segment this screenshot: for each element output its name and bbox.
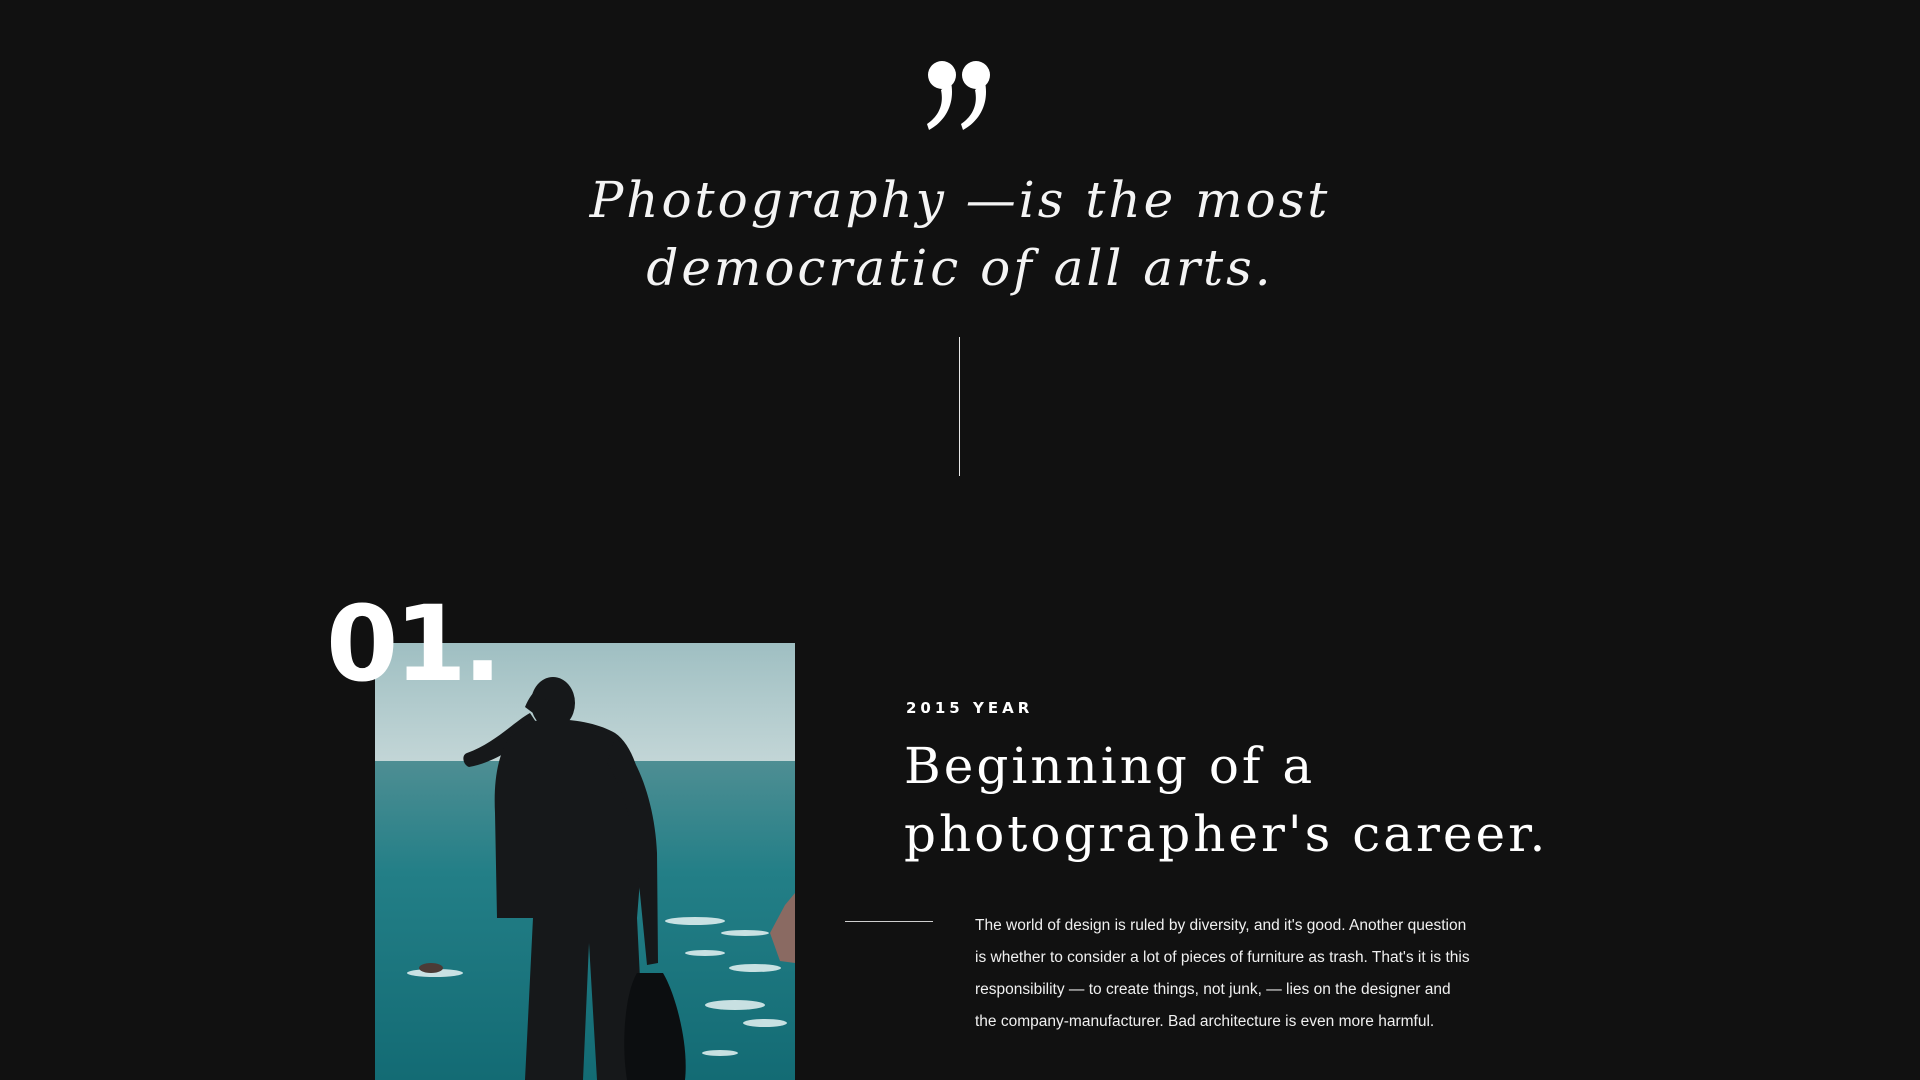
milestone-year: 2015 YEAR — [906, 699, 1034, 717]
featured-quote: Photography —is the most democratic of a… — [520, 166, 1400, 302]
milestone-title: Beginning of a photographer's career. — [904, 732, 1624, 868]
milestone-number: 01. — [326, 583, 502, 705]
quote-line-2: democratic of all arts. — [646, 239, 1274, 297]
milestone-title-line-2: photographer's career. — [904, 805, 1549, 863]
milestone-description: The world of design is ruled by diversit… — [975, 917, 1470, 1030]
photographer-image — [375, 643, 795, 1080]
photographer-photo — [375, 643, 795, 1080]
accent-divider — [845, 921, 933, 922]
milestone-title-line-1: Beginning of a — [904, 737, 1316, 795]
quote-mark-icon — [927, 61, 990, 130]
vertical-divider — [959, 337, 960, 476]
quote-line-1: Photography —is the most — [589, 171, 1331, 229]
